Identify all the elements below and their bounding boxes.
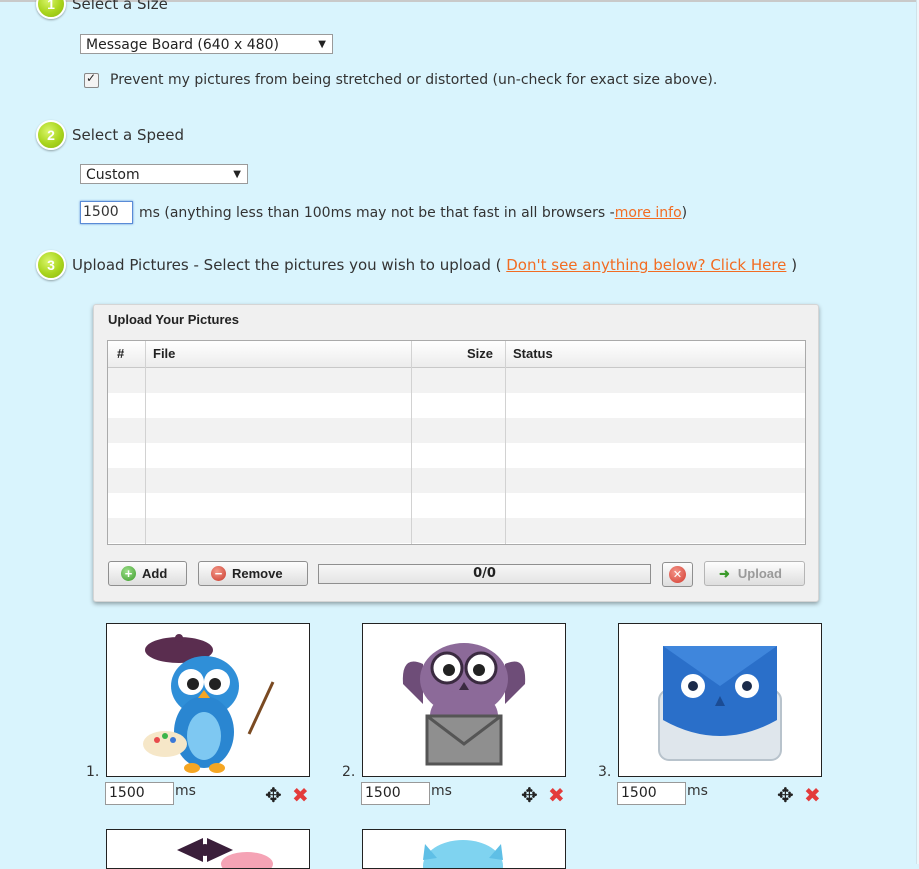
remove-icon: −: [211, 566, 226, 581]
delete-icon[interactable]: ✖: [804, 785, 821, 805]
dont-see-anything-link[interactable]: Don't see anything below? Click Here: [506, 256, 786, 274]
owl-with-bow-image: [177, 838, 273, 868]
add-button-label: Add: [142, 566, 168, 581]
thumbnail-index: 2.: [342, 764, 356, 780]
size-select-value: Message Board (640 x 480): [86, 37, 279, 53]
prevent-stretch-row: Prevent my pictures from being stretched…: [84, 71, 718, 88]
dropdown-arrow-icon: ▼: [318, 39, 326, 50]
delete-icon[interactable]: ✖: [548, 785, 565, 805]
step-number-badge: 3: [36, 250, 66, 280]
column-divider: [505, 341, 506, 544]
table-row: [108, 518, 805, 543]
thumbnail-ms-input[interactable]: 1500: [361, 782, 430, 805]
step-title: Upload Pictures - Select the pictures yo…: [72, 256, 797, 274]
thumbnail-image-1[interactable]: [106, 623, 310, 777]
add-icon: +: [121, 566, 136, 581]
prevent-stretch-checkbox[interactable]: [84, 71, 99, 88]
ms-label: ms: [431, 783, 452, 799]
table-row: [108, 493, 805, 518]
upload-panel: Upload Your Pictures # File Size Status …: [93, 304, 819, 602]
table-row: [108, 418, 805, 443]
owl-envelope-app-icon-image: [658, 646, 782, 761]
thumbnail-image-3[interactable]: [618, 623, 822, 777]
speed-select[interactable]: Custom ▼: [80, 164, 248, 184]
cancel-upload-button[interactable]: ✕: [662, 562, 693, 587]
col-number: #: [117, 346, 125, 361]
step-title-text: Upload Pictures - Select the pictures yo…: [72, 256, 502, 274]
custom-speed-row: 1500 ms (anything less than 100ms may no…: [80, 201, 687, 224]
upload-button-label: Upload: [737, 566, 782, 581]
move-icon[interactable]: ✥: [777, 785, 794, 805]
column-divider: [145, 341, 146, 544]
ms-label: ms: [175, 783, 196, 799]
thumbnail-image-2[interactable]: [362, 623, 566, 777]
table-row: [108, 393, 805, 418]
step-1-header: 1 Select a Size: [36, 0, 168, 19]
table-row: [108, 443, 805, 468]
upload-arrow-icon: ➜: [719, 565, 730, 581]
file-list-grid: # File Size Status: [107, 340, 806, 545]
step-title: Select a Speed: [72, 126, 185, 144]
remove-button-label: Remove: [232, 566, 283, 581]
size-select[interactable]: Message Board (640 x 480) ▼: [80, 34, 333, 54]
more-info-link[interactable]: more info: [615, 205, 682, 221]
upload-progress-bar: 0/0: [318, 564, 651, 584]
step-3-header: 3 Upload Pictures - Select the pictures …: [36, 250, 797, 280]
speed-ms-input[interactable]: 1500: [80, 201, 133, 224]
prevent-stretch-label: Prevent my pictures from being stretched…: [110, 72, 718, 88]
thumbnail-image-5[interactable]: [362, 829, 566, 869]
upload-button[interactable]: ➜ Upload: [704, 561, 805, 586]
add-button[interactable]: + Add: [108, 561, 187, 586]
speed-select-value: Custom: [86, 167, 140, 183]
ms-label: ms: [687, 783, 708, 799]
cancel-icon: ✕: [669, 566, 686, 583]
column-divider: [411, 341, 412, 544]
thumbnail-index: 1.: [86, 764, 100, 780]
move-icon[interactable]: ✥: [521, 785, 538, 805]
step-title-suffix: ): [791, 256, 798, 274]
col-file: File: [153, 346, 176, 361]
thumbnail-ms-input[interactable]: 1500: [617, 782, 686, 805]
speed-hint: ms (anything less than 100ms may not be …: [139, 204, 615, 221]
file-list-header: # File Size Status: [108, 341, 805, 368]
thumbnail-image-4[interactable]: [106, 829, 310, 869]
table-row: [108, 368, 805, 393]
dropdown-arrow-icon: ▼: [233, 169, 241, 180]
remove-button[interactable]: − Remove: [198, 561, 308, 586]
upload-panel-title: Upload Your Pictures: [108, 312, 239, 327]
move-icon[interactable]: ✥: [265, 785, 282, 805]
step-title: Select a Size: [72, 0, 168, 13]
col-status: Status: [513, 346, 553, 361]
blue-owl-painter-image: [143, 634, 275, 773]
step-number-badge: 2: [36, 120, 66, 150]
delete-icon[interactable]: ✖: [292, 785, 309, 805]
col-size: Size: [467, 346, 494, 361]
thumbnail-index: 3.: [598, 764, 612, 780]
table-row: [108, 468, 805, 493]
light-blue-owl-image: [423, 840, 503, 868]
step-2-header: 2 Select a Speed: [36, 120, 184, 150]
purple-owl-envelope-image: [402, 643, 526, 766]
speed-hint-suffix: ): [681, 204, 688, 221]
thumbnail-ms-input[interactable]: 1500: [105, 782, 174, 805]
step-number-badge: 1: [36, 0, 66, 19]
